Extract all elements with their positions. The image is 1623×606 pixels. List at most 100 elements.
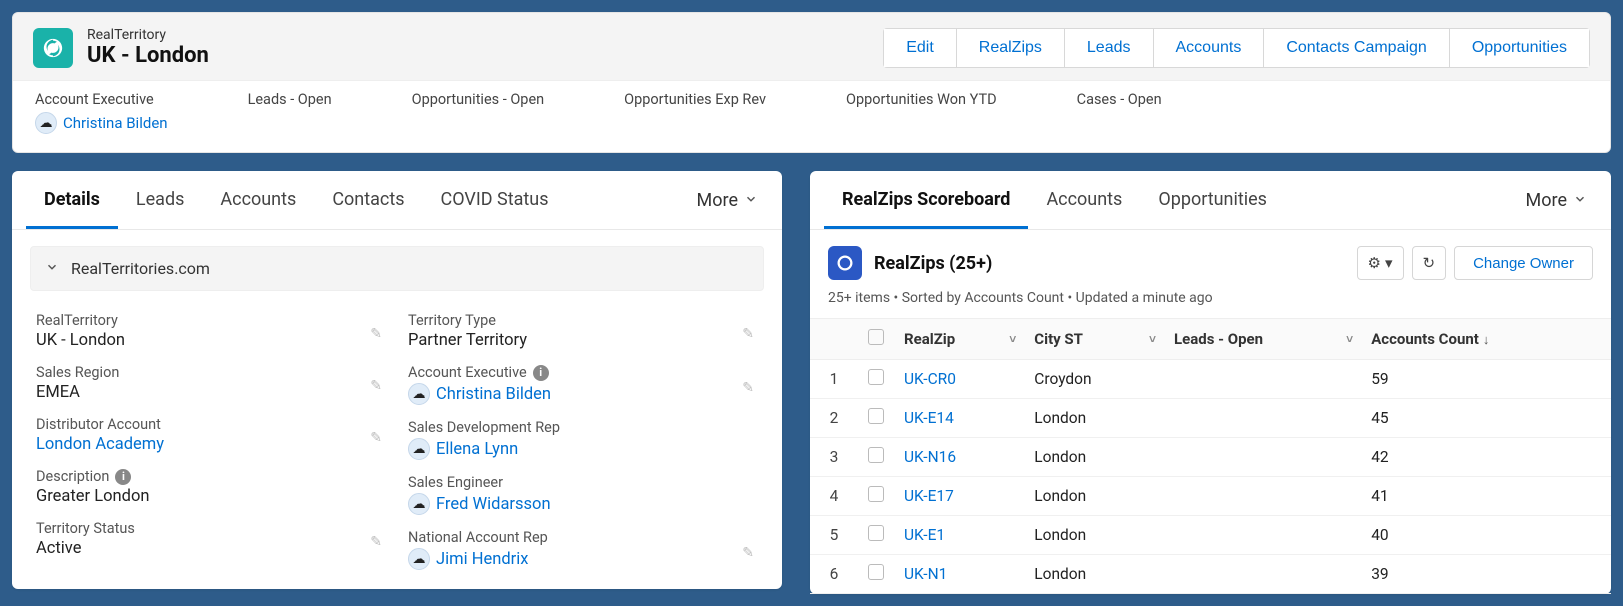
pencil-icon[interactable]: ✎ — [742, 380, 754, 396]
user-link[interactable]: Christina Bilden — [436, 385, 551, 404]
city-cell: London — [1024, 477, 1164, 516]
tab-accounts[interactable]: Accounts — [202, 171, 314, 229]
field-value: Partner Territory — [408, 331, 760, 350]
count-cell: 45 — [1361, 399, 1611, 438]
pencil-icon[interactable]: ✎ — [742, 326, 754, 342]
user-avatar-icon: ☁︎ — [408, 383, 430, 405]
tab-details[interactable]: Details — [26, 171, 118, 229]
leads-cell — [1164, 516, 1361, 555]
field-label: National Account Rep — [408, 529, 760, 546]
field-label: Opportunities - Open — [412, 91, 545, 108]
field-label: Territory Type — [408, 312, 760, 329]
pencil-icon[interactable]: ✎ — [742, 545, 754, 561]
tab-more[interactable]: More — [687, 176, 768, 225]
left-tabs: Details Leads Accounts Contacts COVID St… — [12, 171, 782, 230]
tab-more[interactable]: More — [1516, 176, 1597, 225]
row-checkbox[interactable] — [868, 447, 884, 463]
field-value: Active — [36, 539, 388, 558]
user-avatar-icon: ☁︎ — [408, 548, 430, 570]
pencil-icon[interactable]: ✎ — [370, 378, 382, 394]
chevron-down-icon — [1573, 190, 1587, 211]
distributor-account-link[interactable]: London Academy — [36, 435, 388, 454]
accounts-button[interactable]: Accounts — [1154, 29, 1265, 67]
select-all-checkbox[interactable] — [868, 329, 884, 345]
count-cell: 42 — [1361, 438, 1611, 477]
tab-covid-status[interactable]: COVID Status — [423, 171, 567, 229]
row-number: 2 — [810, 399, 858, 438]
highlight-fields: Account Executive ☁︎ Christina Bilden Le… — [13, 80, 1610, 152]
row-checkbox[interactable] — [868, 369, 884, 385]
count-cell: 40 — [1361, 516, 1611, 555]
field-label: Opportunities Exp Rev — [624, 91, 766, 108]
change-owner-button[interactable]: Change Owner — [1454, 246, 1593, 280]
details-panel: Details Leads Accounts Contacts COVID St… — [12, 171, 782, 589]
tab-contacts[interactable]: Contacts — [314, 171, 422, 229]
table-row: 5 UK-E1 London 40 — [810, 516, 1611, 555]
table-row: 3UK-N16London42 — [810, 438, 1611, 477]
field-label: Opportunities Won YTD — [846, 91, 997, 108]
section-toggle[interactable]: RealTerritories.com — [30, 246, 764, 291]
field-label: RealTerritory — [36, 312, 388, 329]
leads-cell — [1164, 360, 1361, 399]
tab-more-label: More — [1526, 190, 1567, 211]
list-meta: 25+ items • Sorted by Accounts Count • U… — [810, 286, 1611, 318]
leads-button[interactable]: Leads — [1065, 29, 1154, 67]
col-accounts-count[interactable]: Accounts Count↓ — [1361, 319, 1611, 360]
table-row: 6UK-N1London39 — [810, 555, 1611, 594]
record-header: RealTerritory UK - London Edit RealZips … — [12, 12, 1611, 153]
row-number: 5 — [810, 516, 858, 555]
leads-cell — [1164, 399, 1361, 438]
chevron-down-icon: ˅ — [1149, 332, 1156, 346]
row-checkbox[interactable] — [868, 486, 884, 502]
realzip-link[interactable]: UK-E17 — [904, 487, 954, 505]
leads-cell — [1164, 477, 1361, 516]
tab-more-label: More — [697, 190, 738, 211]
col-leads-open[interactable]: Leads - Open˅ — [1164, 319, 1361, 360]
opportunities-button[interactable]: Opportunities — [1450, 29, 1589, 67]
table-row: 2UK-E14London45 — [810, 399, 1611, 438]
realzip-link[interactable]: UK-E14 — [904, 409, 954, 427]
pencil-icon[interactable]: ✎ — [370, 534, 382, 550]
related-list-title[interactable]: RealZips (25+) — [874, 253, 992, 274]
field-label: Sales Engineer — [408, 474, 760, 491]
chevron-down-icon — [45, 259, 59, 278]
realzip-link[interactable]: UK-CR0 — [904, 370, 956, 388]
count-cell: 39 — [1361, 555, 1611, 594]
tab-realzips-scoreboard[interactable]: RealZips Scoreboard — [824, 171, 1028, 229]
refresh-button[interactable]: ↻ — [1412, 246, 1447, 280]
field-label: Territory Status — [36, 520, 388, 537]
pencil-icon[interactable]: ✎ — [370, 430, 382, 446]
tab-opportunities[interactable]: Opportunities — [1140, 171, 1285, 229]
contacts-campaign-button[interactable]: Contacts Campaign — [1264, 29, 1450, 67]
settings-button[interactable]: ⚙ ▾ — [1357, 246, 1404, 280]
field-label: Cases - Open — [1077, 91, 1162, 108]
row-checkbox[interactable] — [868, 408, 884, 424]
realzips-icon — [828, 246, 862, 280]
info-icon[interactable]: i — [533, 365, 549, 381]
section-title: RealTerritories.com — [71, 259, 210, 278]
row-number: 6 — [810, 555, 858, 594]
gear-icon: ⚙ — [1368, 254, 1381, 272]
tab-accounts[interactable]: Accounts — [1028, 171, 1140, 229]
pencil-icon[interactable]: ✎ — [370, 326, 382, 342]
row-number: 4 — [810, 477, 858, 516]
realzip-link[interactable]: UK-N1 — [904, 565, 947, 583]
account-executive-link[interactable]: Christina Bilden — [63, 114, 168, 132]
realzip-link[interactable]: UK-E1 — [904, 526, 945, 544]
realzips-table: RealZip˅ City ST˅ Leads - Open˅ Accounts… — [810, 318, 1611, 594]
row-checkbox[interactable] — [868, 525, 884, 541]
info-icon[interactable]: i — [115, 469, 131, 485]
city-cell: London — [1024, 516, 1164, 555]
row-checkbox[interactable] — [868, 564, 884, 580]
tab-leads[interactable]: Leads — [118, 171, 202, 229]
realzip-link[interactable]: UK-N16 — [904, 448, 956, 466]
col-realzip[interactable]: RealZip˅ — [894, 319, 1024, 360]
user-link[interactable]: Jimi Hendrix — [436, 550, 528, 569]
realzips-button[interactable]: RealZips — [957, 29, 1065, 67]
user-link[interactable]: Fred Widarsson — [436, 495, 551, 514]
edit-button[interactable]: Edit — [884, 29, 957, 67]
col-city[interactable]: City ST˅ — [1024, 319, 1164, 360]
user-link[interactable]: Ellena Lynn — [436, 440, 518, 459]
field-label: Sales Development Rep — [408, 419, 760, 436]
field-label: Account Executive i — [408, 364, 760, 381]
